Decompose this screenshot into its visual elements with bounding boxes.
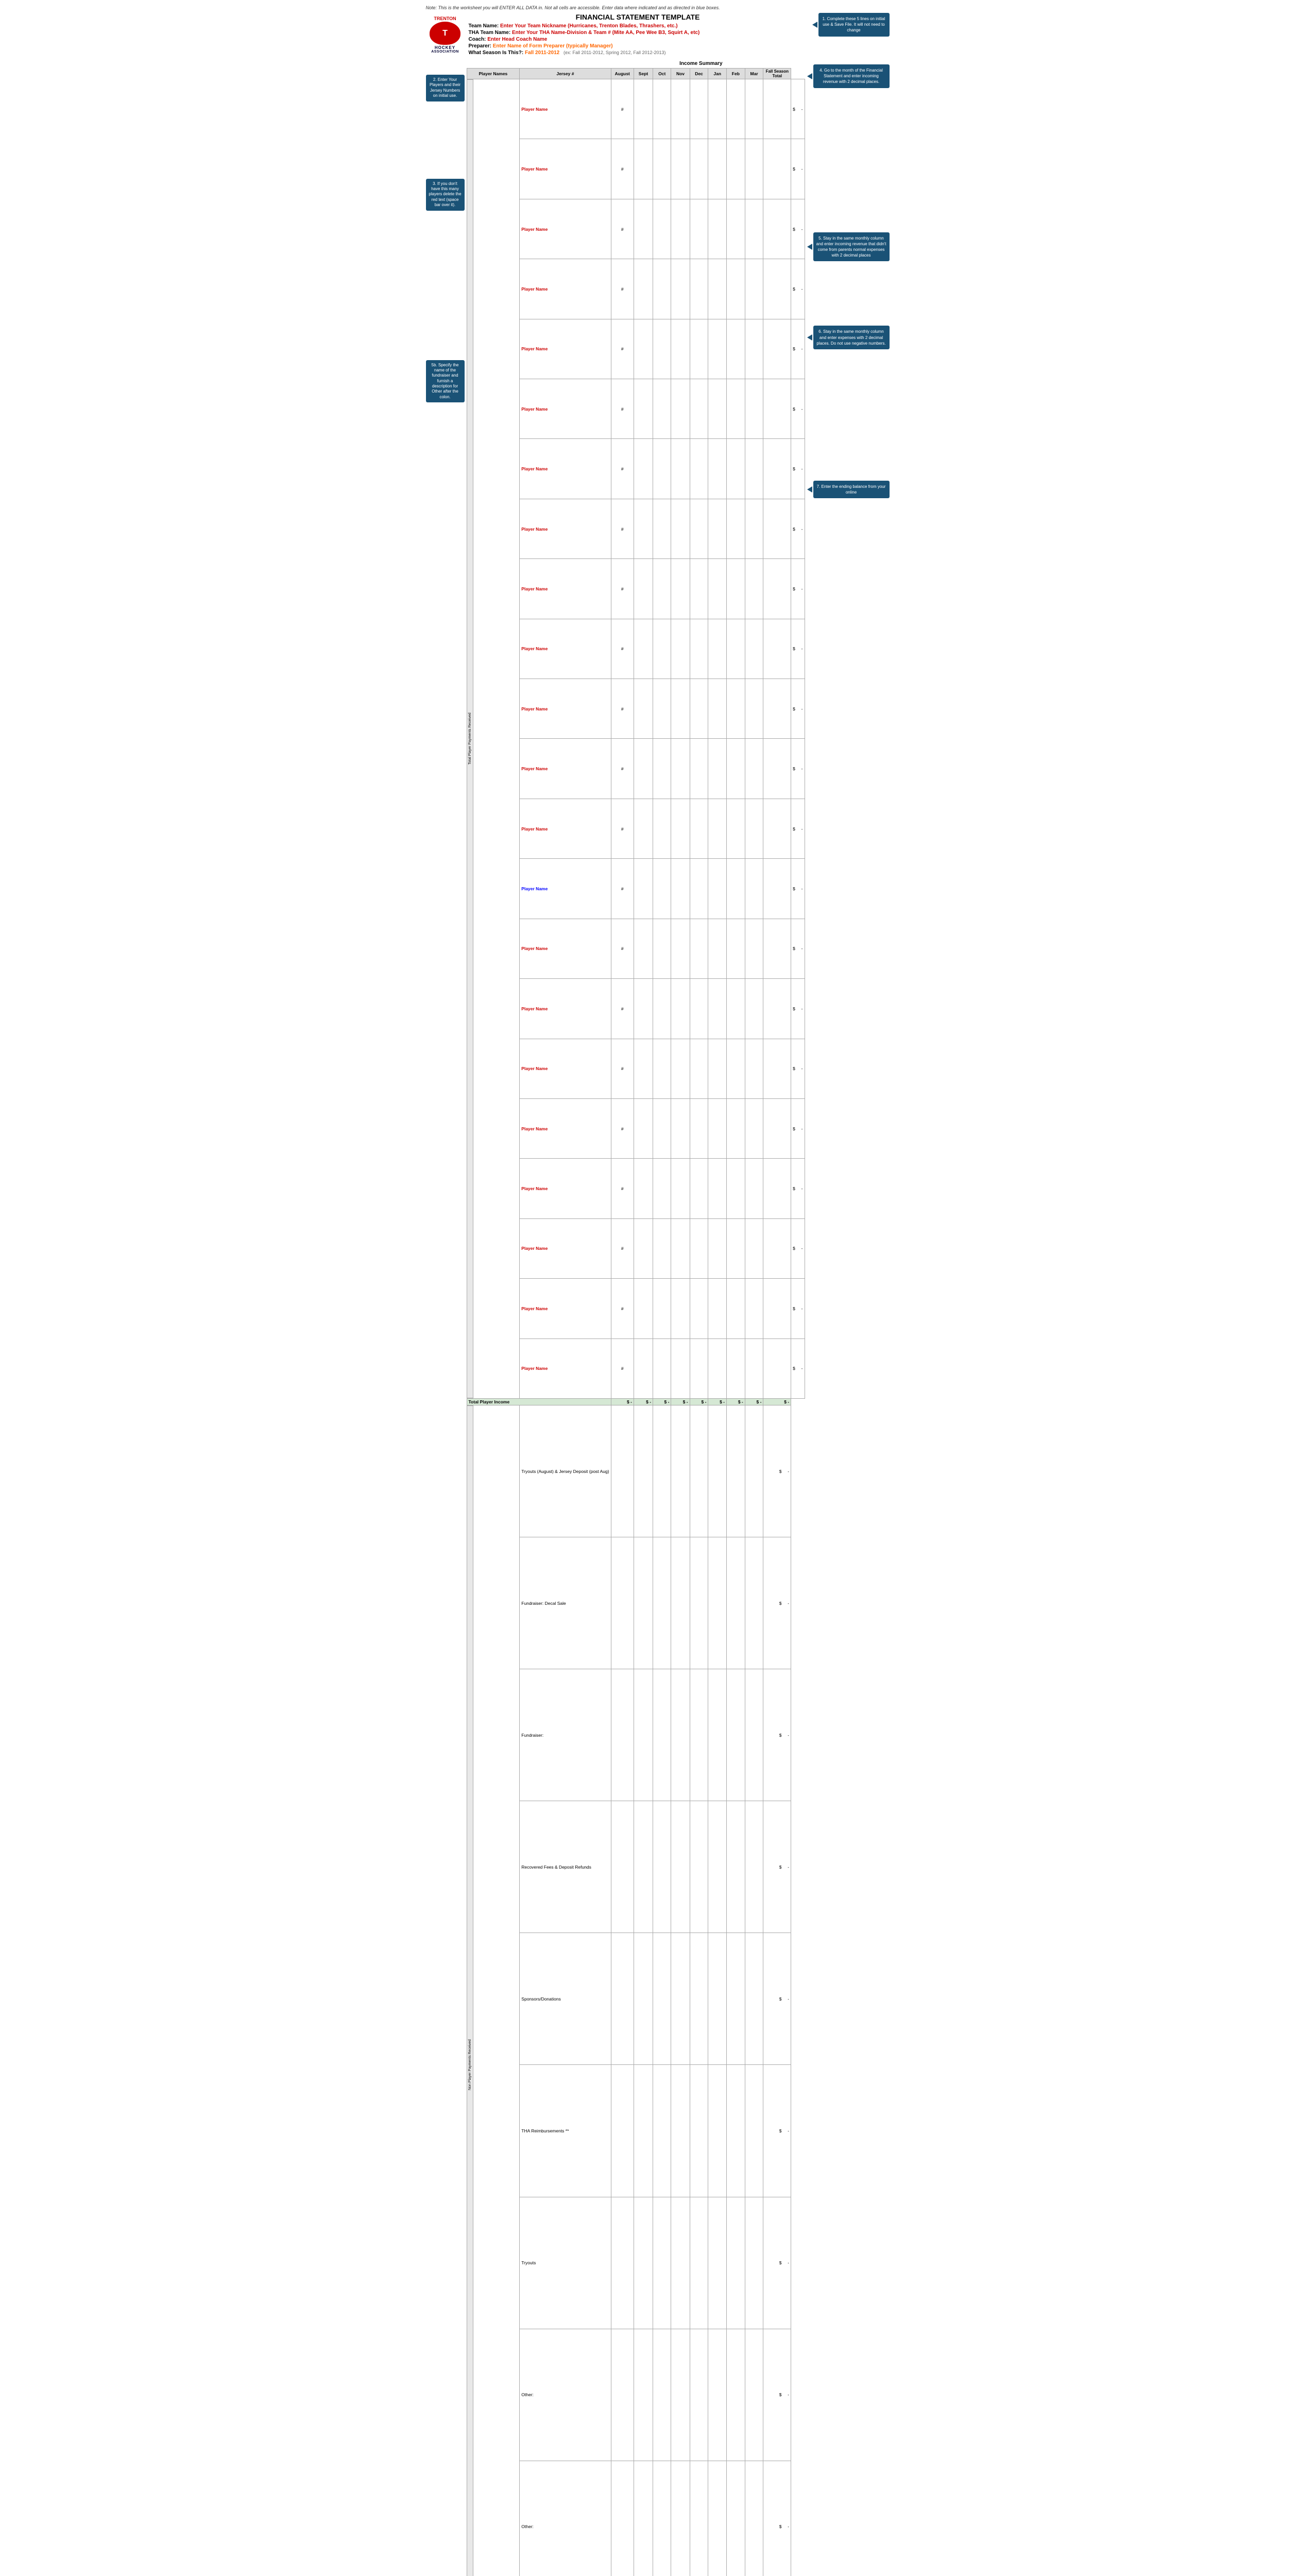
annotation-left-3: 5b. Specify the name of the fundraiser a… xyxy=(426,360,465,403)
season-example: (ex: Fall 2011-2012, Spring 2012, Fall 2… xyxy=(563,50,665,55)
ann-arrow-6 xyxy=(807,334,812,341)
coach-label: Coach: xyxy=(469,37,486,42)
annotation-right-5: 5. Stay in the same monthly column and e… xyxy=(813,232,890,262)
ann-arrow-7 xyxy=(807,486,812,493)
non-player-payments-label: Non Player Payments Received xyxy=(467,1405,473,2576)
other-row-0[interactable]: Tryouts (August) & Jersey Deposit (post … xyxy=(520,1405,611,1537)
other-row-2[interactable]: Fundraiser: xyxy=(520,1669,611,1801)
col-player-names: Player Names xyxy=(467,69,520,79)
col-fall-total: Fall SeasonTotal xyxy=(763,69,791,79)
season-value: Fall 2011-2012 xyxy=(525,50,559,56)
ann-arrow-4 xyxy=(807,73,812,79)
season-label: What Season Is This?: xyxy=(469,50,524,56)
total-player-income-label: Total Player Income xyxy=(467,1399,611,1405)
annotation-right-7: 7. Enter the ending balance from your on… xyxy=(813,481,890,498)
annotation-left-1: 2. Enter Your Players and their Jersey N… xyxy=(426,75,465,101)
col-mar: Mar xyxy=(745,69,763,79)
team-name-label: Team Name: xyxy=(469,23,499,29)
total-player-payments-label: Total Player Payments Received xyxy=(467,79,473,1398)
col-feb: Feb xyxy=(727,69,745,79)
other-income-row-1: Non Player Payments Received Tryouts (Au… xyxy=(467,1405,805,1537)
ann-arrow-1 xyxy=(812,22,817,28)
other-row-5[interactable]: THA Reimbursements ** xyxy=(520,2065,611,2197)
coach-value: Enter Head Coach Name xyxy=(487,37,547,42)
player-row: Total Player Payments Received Player Na… xyxy=(467,79,805,139)
other-row-8[interactable]: Other: xyxy=(520,2461,611,2576)
income-summary-title: Income Summary xyxy=(611,59,791,69)
ann-arrow-5 xyxy=(807,244,812,250)
other-row-1[interactable]: Fundraiser: Decal Sale xyxy=(520,1537,611,1669)
jersey-1[interactable]: # xyxy=(611,79,634,139)
col-oct: Oct xyxy=(653,69,671,79)
form-fields: FINANCIAL STATEMENT TEMPLATE Team Name: … xyxy=(469,13,807,57)
annotation-top-right: 1. Complete these 5 lines on initial use… xyxy=(818,13,890,37)
annotation-right-4: 4. Go to the month of the Financial Stat… xyxy=(813,64,890,88)
tha-label: THA Team Name: xyxy=(469,30,511,36)
col-sep: Sept xyxy=(634,69,653,79)
annotation-right-6: 6. Stay in the same monthly column and e… xyxy=(813,326,890,349)
other-row-6[interactable]: Tryouts xyxy=(520,2197,611,2329)
annotation-left-2: 3. If you don't have this many players d… xyxy=(426,179,465,211)
page-note: Note: This is the worksheet you will ENT… xyxy=(426,5,890,10)
total-player-income-row: Total Player Income $ - $ - $ - $ - $ - … xyxy=(467,1399,805,1405)
team-name-value: Enter Your Team Nickname (Hurricanes, Tr… xyxy=(500,23,678,29)
other-row-4[interactable]: Sponsors/Donations xyxy=(520,1933,611,2065)
other-row-3[interactable]: Recovered Fees & Deposit Refunds xyxy=(520,1801,611,1933)
logo: TRENTON T HOCKEY ASSOCIATION xyxy=(426,16,465,54)
col-jan: Jan xyxy=(708,69,727,79)
income-table: Income Summary Player Names Jersey # Aug… xyxy=(467,59,805,2576)
col-nov: Nov xyxy=(671,69,690,79)
tha-value: Enter Your THA Name-Division & Team # (M… xyxy=(512,30,699,36)
col-jersey: Jersey # xyxy=(520,69,611,79)
col-dec: Dec xyxy=(690,69,708,79)
col-aug: August xyxy=(611,69,634,79)
page-title: FINANCIAL STATEMENT TEMPLATE xyxy=(469,13,807,21)
preparer-value: Enter Name of Form Preparer (typically M… xyxy=(493,43,613,49)
preparer-label: Preparer: xyxy=(469,43,491,49)
other-row-7[interactable]: Other: xyxy=(520,2329,611,2461)
player-name-1[interactable]: Player Name xyxy=(520,79,611,139)
